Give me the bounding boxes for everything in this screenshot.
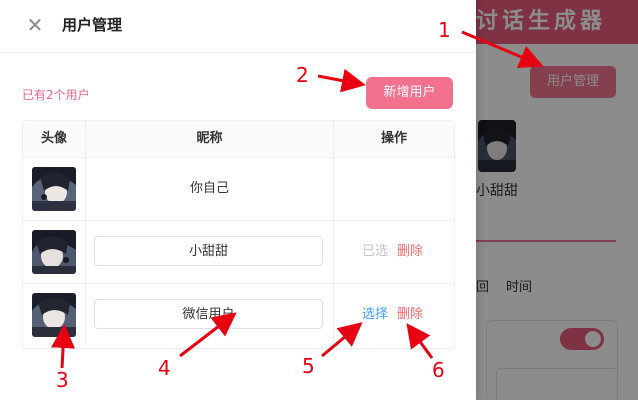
- table-header: 头像 昵称 操作: [23, 121, 454, 158]
- annotation-6: 6: [432, 358, 445, 382]
- annotation-1: 1: [438, 18, 451, 42]
- selected-label: 已选: [362, 244, 389, 259]
- avatar: [32, 230, 76, 274]
- annotation-3: 3: [56, 368, 69, 392]
- nickname-text: 你自己: [189, 181, 229, 196]
- user-management-drawer: ✕ 用户管理 已有2个用户 新增用户 头像 昵称 操作 你自己 小甜甜 已选 删…: [0, 0, 476, 400]
- annotation-4: 4: [158, 356, 171, 380]
- annotation-5: 5: [302, 354, 315, 378]
- header-avatar: 头像: [23, 121, 86, 157]
- nickname-input[interactable]: 微信用户: [94, 299, 323, 329]
- table-row: 你自己: [23, 158, 454, 221]
- annotation-2: 2: [296, 63, 309, 87]
- avatar: [32, 167, 76, 211]
- table-row: 微信用户 选择 删除: [23, 284, 454, 346]
- user-table: 头像 昵称 操作 你自己 小甜甜 已选 删除 微信用户 选择 删除: [22, 120, 455, 349]
- close-icon[interactable]: ✕: [24, 14, 46, 36]
- nickname-input[interactable]: 小甜甜: [94, 236, 323, 266]
- avatar[interactable]: [32, 293, 76, 337]
- select-button[interactable]: 选择: [362, 284, 388, 346]
- drawer-title: 用户管理: [62, 16, 123, 34]
- delete-button[interactable]: 删除: [397, 221, 423, 283]
- delete-button[interactable]: 删除: [397, 284, 423, 346]
- header-actions: 操作: [380, 131, 407, 146]
- drawer-header: ✕ 用户管理: [0, 0, 476, 53]
- user-count-text: 已有2个用户: [22, 88, 90, 102]
- screen: 讨话生成器 用户管理 小甜甜 回 时间 ✕ 用户管理 已有2个用户 新增用户 头…: [0, 0, 638, 400]
- table-row: 小甜甜 已选 删除: [23, 221, 454, 284]
- add-user-button[interactable]: 新增用户: [366, 77, 453, 109]
- overlay-mask[interactable]: [476, 0, 638, 400]
- header-nickname: 昵称: [86, 121, 334, 157]
